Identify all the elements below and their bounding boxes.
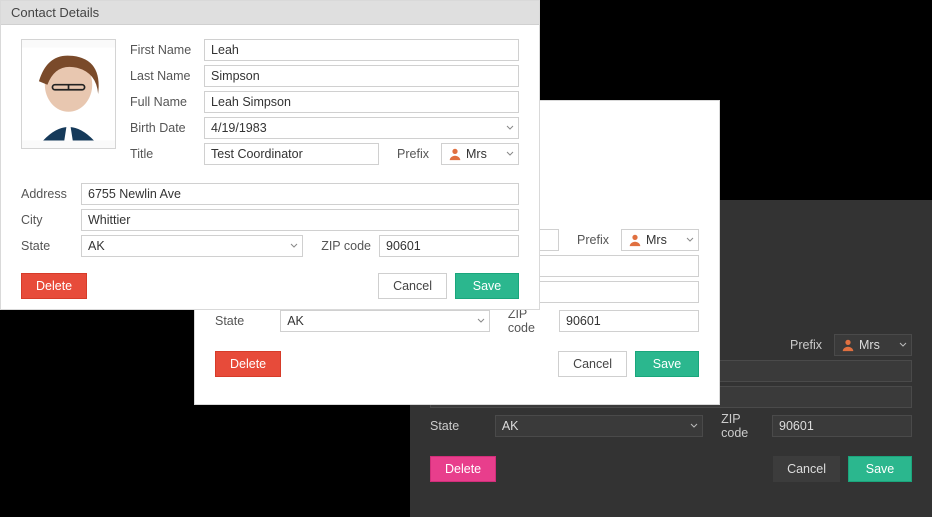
state-label: State: [21, 239, 73, 253]
prefix-label: Prefix: [780, 338, 826, 352]
contact-dialog: Contact Details First Name: [0, 0, 540, 310]
state-label: State: [215, 314, 272, 328]
address-label: Address: [21, 187, 73, 201]
birth-date-label: Birth Date: [130, 121, 196, 135]
person-icon: [628, 233, 642, 247]
state-combo[interactable]: AK: [81, 235, 303, 257]
birth-date-input[interactable]: 4/19/1983: [204, 117, 519, 139]
zip-label: ZIP code: [311, 239, 371, 253]
delete-button[interactable]: Delete: [430, 456, 496, 482]
state-combo[interactable]: AK: [495, 415, 703, 437]
last-name-label: Last Name: [130, 69, 196, 83]
zip-label: ZIP code: [711, 412, 764, 440]
address-input[interactable]: [81, 183, 519, 205]
city-label: City: [21, 213, 73, 227]
prefix-combo[interactable]: Mrs: [621, 229, 699, 251]
state-value: AK: [287, 314, 473, 328]
delete-button[interactable]: Delete: [21, 273, 87, 299]
cancel-button[interactable]: Cancel: [558, 351, 627, 377]
prefix-combo[interactable]: Mrs: [834, 334, 912, 356]
first-name-input[interactable]: [204, 39, 519, 61]
zip-input[interactable]: [772, 415, 912, 437]
contact-photo: [21, 39, 116, 149]
first-name-label: First Name: [130, 43, 196, 57]
zip-input[interactable]: [379, 235, 519, 257]
state-value: AK: [88, 239, 286, 253]
full-name-input[interactable]: [204, 91, 519, 113]
save-button[interactable]: Save: [635, 351, 699, 377]
chevron-down-icon: [686, 236, 694, 244]
full-name-label: Full Name: [130, 95, 196, 109]
chevron-down-icon: [690, 422, 698, 430]
last-name-input[interactable]: [204, 65, 519, 87]
person-icon: [448, 147, 462, 161]
chevron-down-icon: [899, 341, 907, 349]
cancel-button[interactable]: Cancel: [773, 456, 840, 482]
title-label: Title: [130, 147, 196, 161]
prefix-label: Prefix: [567, 233, 613, 247]
chevron-down-icon: [506, 124, 514, 132]
chevron-down-icon: [477, 317, 485, 325]
birth-date-value: 4/19/1983: [211, 121, 502, 135]
zip-label: ZIP code: [498, 307, 551, 335]
save-button[interactable]: Save: [455, 273, 519, 299]
delete-button[interactable]: Delete: [215, 351, 281, 377]
person-icon: [841, 338, 855, 352]
save-button[interactable]: Save: [848, 456, 912, 482]
chevron-down-icon: [290, 242, 298, 250]
cancel-button[interactable]: Cancel: [378, 273, 447, 299]
prefix-value: Mrs: [859, 338, 895, 352]
window-title: Contact Details: [1, 1, 539, 25]
prefix-value: Mrs: [466, 147, 502, 161]
city-input[interactable]: [81, 209, 519, 231]
prefix-combo[interactable]: Mrs: [441, 143, 519, 165]
state-combo[interactable]: AK: [280, 310, 490, 332]
prefix-value: Mrs: [646, 233, 682, 247]
state-label: State: [430, 419, 487, 433]
zip-input[interactable]: [559, 310, 699, 332]
prefix-label: Prefix: [387, 147, 433, 161]
title-input[interactable]: [204, 143, 379, 165]
state-value: AK: [502, 419, 686, 433]
chevron-down-icon: [506, 150, 514, 158]
